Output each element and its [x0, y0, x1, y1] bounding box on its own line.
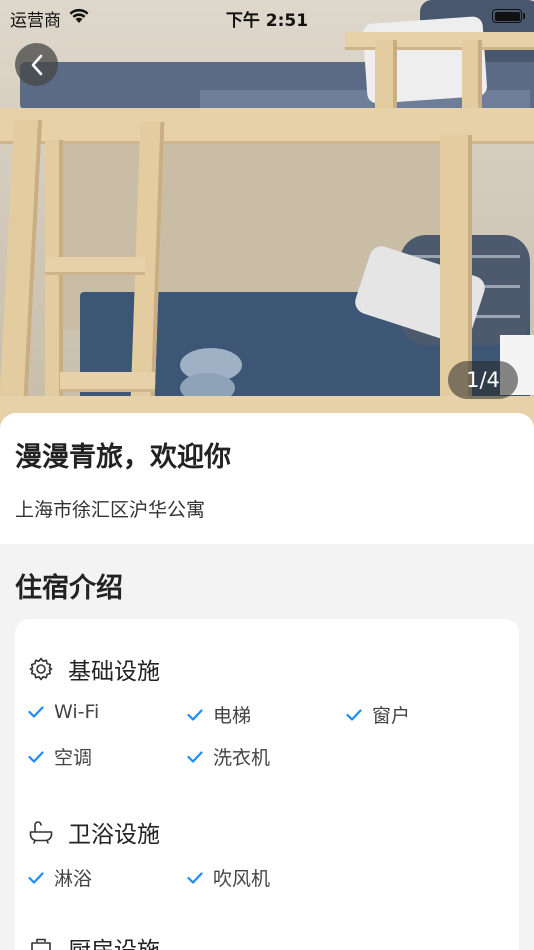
check-icon — [187, 750, 203, 763]
amenity-label: Wi-Fi — [54, 701, 100, 723]
check-icon — [187, 871, 203, 884]
bathtub-icon — [29, 821, 53, 844]
amenity-group-title: 卫浴设施 — [68, 822, 160, 848]
amenity-label: 吹风机 — [213, 868, 271, 890]
check-icon — [28, 750, 44, 763]
amenity-item: 电梯 — [187, 701, 251, 728]
amenity-item: 吹风机 — [187, 864, 270, 891]
hostel-name: 漫漫青旅，欢迎你 — [15, 442, 231, 473]
check-icon — [28, 871, 44, 884]
amenity-item: 空调 — [28, 743, 92, 770]
status-bar: 运营商 下午 2:51 — [0, 0, 534, 32]
clock: 下午 2:51 — [225, 11, 309, 31]
check-icon — [187, 708, 203, 721]
back-button[interactable] — [15, 43, 58, 86]
amenity-group-bath: 卫浴设施 — [28, 815, 160, 849]
amenity-label: 空调 — [54, 747, 93, 769]
pot-icon — [31, 938, 51, 950]
amenity-group-kitchen: 厨房设施 — [28, 931, 160, 950]
amenity-group-title: 厨房设施 — [68, 931, 160, 950]
amenity-label: 洗衣机 — [213, 747, 271, 769]
gear-icon — [29, 657, 53, 681]
screen: 运营商 下午 2:51 1/4 漫漫青旅，欢迎你 上海市徐汇区沪华公寓 住宿介绍… — [0, 0, 534, 950]
amenity-label: 淋浴 — [54, 868, 93, 890]
amenity-label: 窗户 — [372, 705, 411, 727]
amenity-item: 洗衣机 — [187, 743, 270, 770]
amenity-item: Wi-Fi — [28, 701, 99, 723]
chevron-left-icon — [31, 54, 42, 75]
amenity-group-basic: 基础设施 — [28, 652, 160, 686]
amenity-item: 淋浴 — [28, 864, 92, 891]
section-title: 住宿介绍 — [15, 573, 123, 604]
check-icon — [28, 706, 44, 718]
battery-icon — [492, 9, 525, 23]
amenity-label: 电梯 — [213, 705, 252, 727]
amenity-group-title: 基础设施 — [68, 659, 160, 685]
listing-info: 漫漫青旅，欢迎你 上海市徐汇区沪华公寓 — [0, 413, 534, 544]
check-icon — [346, 708, 362, 721]
amenity-item: 窗户 — [346, 701, 410, 728]
amenities-card: 基础设施 Wi-Fi 电梯 窗户 空调 洗衣机 卫浴设施 淋浴 吹风机 — [15, 619, 519, 950]
address: 上海市徐汇区沪华公寓 — [15, 499, 206, 521]
photo-counter: 1/4 — [448, 361, 518, 399]
